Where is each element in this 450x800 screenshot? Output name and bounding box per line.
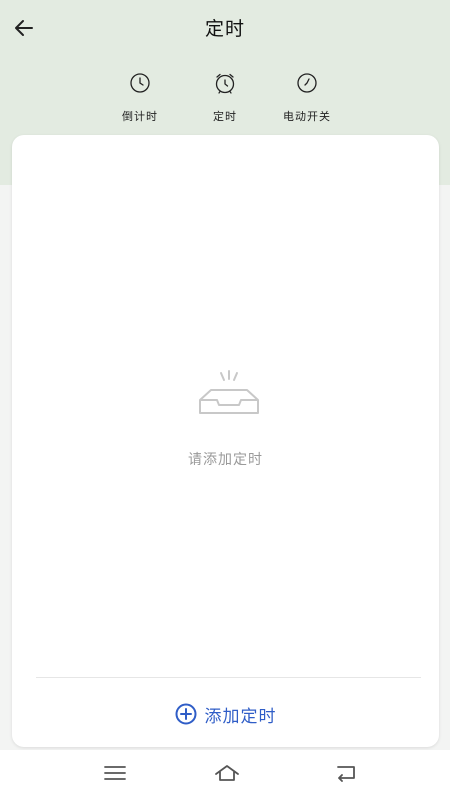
nav-back-button[interactable] xyxy=(326,756,366,790)
app-header: 定时 xyxy=(0,0,450,56)
timer-mode-tabs: 倒计时 定时 电动开关 xyxy=(0,70,450,130)
tab-schedule-label: 定时 xyxy=(213,110,237,123)
empty-inbox-icon xyxy=(199,370,259,414)
timer-list-card: 请添加定时 添加定时 xyxy=(12,135,439,747)
plus-circle-icon xyxy=(175,703,196,725)
tab-schedule[interactable]: 定时 xyxy=(185,70,265,124)
add-timer-button[interactable]: 添加定时 xyxy=(12,697,439,731)
tab-power-switch[interactable]: 电动开关 xyxy=(267,70,347,124)
back-icon xyxy=(337,766,355,782)
system-navigation-bar xyxy=(0,750,450,800)
alarm-clock-icon xyxy=(215,73,235,94)
nav-home-button[interactable] xyxy=(207,756,247,790)
add-timer-label: 添加定时 xyxy=(204,706,277,727)
page-title: 定时 xyxy=(204,18,245,40)
tab-power-switch-label: 电动开关 xyxy=(283,110,331,123)
empty-state-message: 请添加定时 xyxy=(188,452,263,468)
clock-icon xyxy=(130,73,150,93)
home-icon xyxy=(215,765,239,781)
divider xyxy=(36,677,421,678)
tab-countdown[interactable]: 倒计时 xyxy=(100,70,180,124)
nav-menu-button[interactable] xyxy=(95,756,135,790)
clock-icon xyxy=(297,73,317,93)
tab-countdown-label: 倒计时 xyxy=(122,110,158,123)
menu-icon xyxy=(104,766,126,780)
